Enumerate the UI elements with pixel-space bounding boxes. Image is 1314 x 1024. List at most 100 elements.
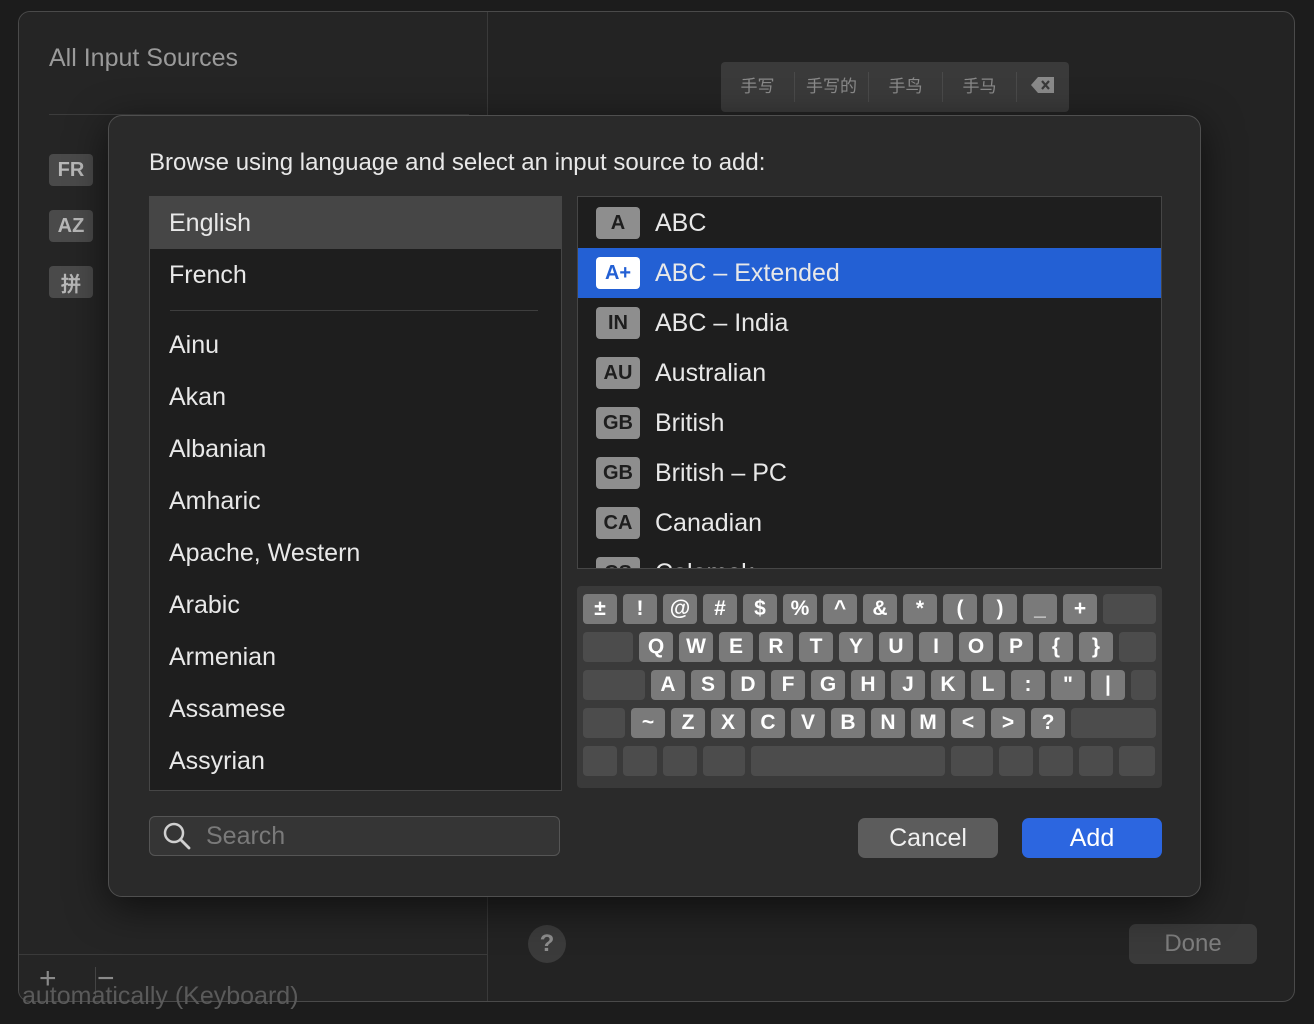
source-label: ABC – India: [655, 308, 789, 337]
keyboard-modifier-key: [1131, 670, 1156, 700]
keyboard-modifier-key: [703, 746, 745, 776]
keyboard-modifier-key: [1039, 746, 1073, 776]
keyboard-key: O: [959, 632, 993, 662]
cancel-button[interactable]: Cancel: [858, 818, 998, 858]
language-item[interactable]: Albanian: [150, 423, 561, 475]
keyboard-modifier-key: [583, 708, 625, 738]
keyboard-key: %: [783, 594, 817, 624]
source-label: British – PC: [655, 458, 787, 487]
input-source-az-icon[interactable]: AZ: [49, 210, 93, 242]
keyboard-key: @: [663, 594, 697, 624]
keyboard-key: C: [751, 708, 785, 738]
input-sources-title: All Input Sources: [49, 44, 238, 72]
search-input[interactable]: [204, 820, 538, 852]
keyboard-key: B: [831, 708, 865, 738]
source-item-abc[interactable]: A ABC: [578, 198, 1161, 248]
keyboard-key: E: [719, 632, 753, 662]
language-item-french[interactable]: French: [150, 249, 561, 301]
source-label: Australian: [655, 358, 767, 387]
add-input-source-sheet: Browse using language and select an inpu…: [108, 115, 1201, 897]
keyboard-key: ±: [583, 594, 617, 624]
input-source-fr-icon[interactable]: FR: [49, 154, 93, 186]
source-item-british[interactable]: GB British: [578, 398, 1161, 448]
candidate-item[interactable]: 手鸟: [869, 72, 943, 102]
source-badge-icon: GB: [596, 407, 640, 439]
keyboard-key: #: [703, 594, 737, 624]
keyboard-modifier-key: [1119, 746, 1155, 776]
language-item[interactable]: Akan: [150, 371, 561, 423]
search-icon: [162, 821, 192, 851]
language-item[interactable]: Apache, Western: [150, 527, 561, 579]
source-item-british-pc[interactable]: GB British – PC: [578, 448, 1161, 498]
source-badge-icon: GB: [596, 457, 640, 489]
keyboard-modifier-key: [999, 746, 1033, 776]
help-button[interactable]: ?: [528, 925, 566, 963]
keyboard-key: &: [863, 594, 897, 624]
source-badge-icon: AU: [596, 357, 640, 389]
keyboard-key: >: [991, 708, 1025, 738]
keyboard-key: ~: [631, 708, 665, 738]
keyboard-modifier-key: [663, 746, 697, 776]
search-field[interactable]: [149, 816, 560, 856]
delete-icon[interactable]: [1017, 76, 1069, 99]
keyboard-key: ?: [1031, 708, 1065, 738]
keyboard-key: Q: [639, 632, 673, 662]
source-label: Canadian: [655, 508, 763, 537]
language-item[interactable]: Arabic: [150, 579, 561, 631]
language-item[interactable]: Amharic: [150, 475, 561, 527]
keyboard-modifier-key: [583, 632, 633, 662]
keyboard-key: R: [759, 632, 793, 662]
keyboard-modifier-key: [1103, 594, 1156, 624]
keyboard-key: A: [651, 670, 685, 700]
keyboard-modifier-key: [583, 670, 645, 700]
language-item-english[interactable]: English: [150, 197, 561, 249]
source-item-abc-india[interactable]: IN ABC – India: [578, 298, 1161, 348]
keyboard-key: Y: [839, 632, 873, 662]
keyboard-key: +: [1063, 594, 1097, 624]
source-label: British: [655, 408, 725, 437]
language-list[interactable]: English French Ainu Akan Albanian Amhari…: [149, 196, 562, 791]
keyboard-key: ^: [823, 594, 857, 624]
keyboard-key: _: [1023, 594, 1057, 624]
input-source-list[interactable]: A ABC A+ ABC – Extended IN ABC – India A…: [577, 196, 1162, 569]
source-item-canadian[interactable]: CA Canadian: [578, 498, 1161, 548]
source-badge-icon: CS: [596, 557, 640, 568]
source-label: ABC – Extended: [655, 258, 840, 287]
keyboard-key: P: [999, 632, 1033, 662]
language-item[interactable]: Armenian: [150, 631, 561, 683]
language-item[interactable]: Assyrian: [150, 735, 561, 787]
candidate-item[interactable]: 手马: [943, 72, 1017, 102]
source-badge-icon: CA: [596, 507, 640, 539]
background-status-text: automatically (Keyboard): [22, 982, 299, 1010]
keyboard-key: :: [1011, 670, 1045, 700]
divider: [19, 954, 487, 955]
candidate-item[interactable]: 手写的: [795, 72, 869, 102]
keyboard-key: (: [943, 594, 977, 624]
source-item-colemak[interactable]: CS Colemak: [578, 548, 1161, 569]
keyboard-modifier-key: [583, 746, 617, 776]
source-label: Colemak: [655, 559, 754, 569]
handwriting-candidate-bar: 手写 手写的 手鸟 手马: [721, 62, 1069, 112]
keyboard-key: {: [1039, 632, 1073, 662]
language-item[interactable]: Ainu: [150, 319, 561, 371]
candidate-item[interactable]: 手写: [721, 72, 795, 102]
keyboard-key: *: [903, 594, 937, 624]
keyboard-key: N: [871, 708, 905, 738]
language-item[interactable]: Assamese: [150, 683, 561, 735]
source-item-abc-extended[interactable]: A+ ABC – Extended: [578, 248, 1161, 298]
add-button[interactable]: Add: [1022, 818, 1162, 858]
sheet-prompt: Browse using language and select an inpu…: [149, 149, 766, 176]
keyboard-key: !: [623, 594, 657, 624]
keyboard-key: G: [811, 670, 845, 700]
keyboard-key: $: [743, 594, 777, 624]
keyboard-key: }: [1079, 632, 1113, 662]
keyboard-key: S: [691, 670, 725, 700]
keyboard-key: T: [799, 632, 833, 662]
source-badge-icon: A: [596, 207, 640, 239]
keyboard-key: <: [951, 708, 985, 738]
keyboard-key: Z: [671, 708, 705, 738]
source-item-australian[interactable]: AU Australian: [578, 348, 1161, 398]
keyboard-key: X: [711, 708, 745, 738]
done-button[interactable]: Done: [1129, 924, 1257, 964]
input-source-pinyin-icon[interactable]: 拼: [49, 266, 93, 298]
